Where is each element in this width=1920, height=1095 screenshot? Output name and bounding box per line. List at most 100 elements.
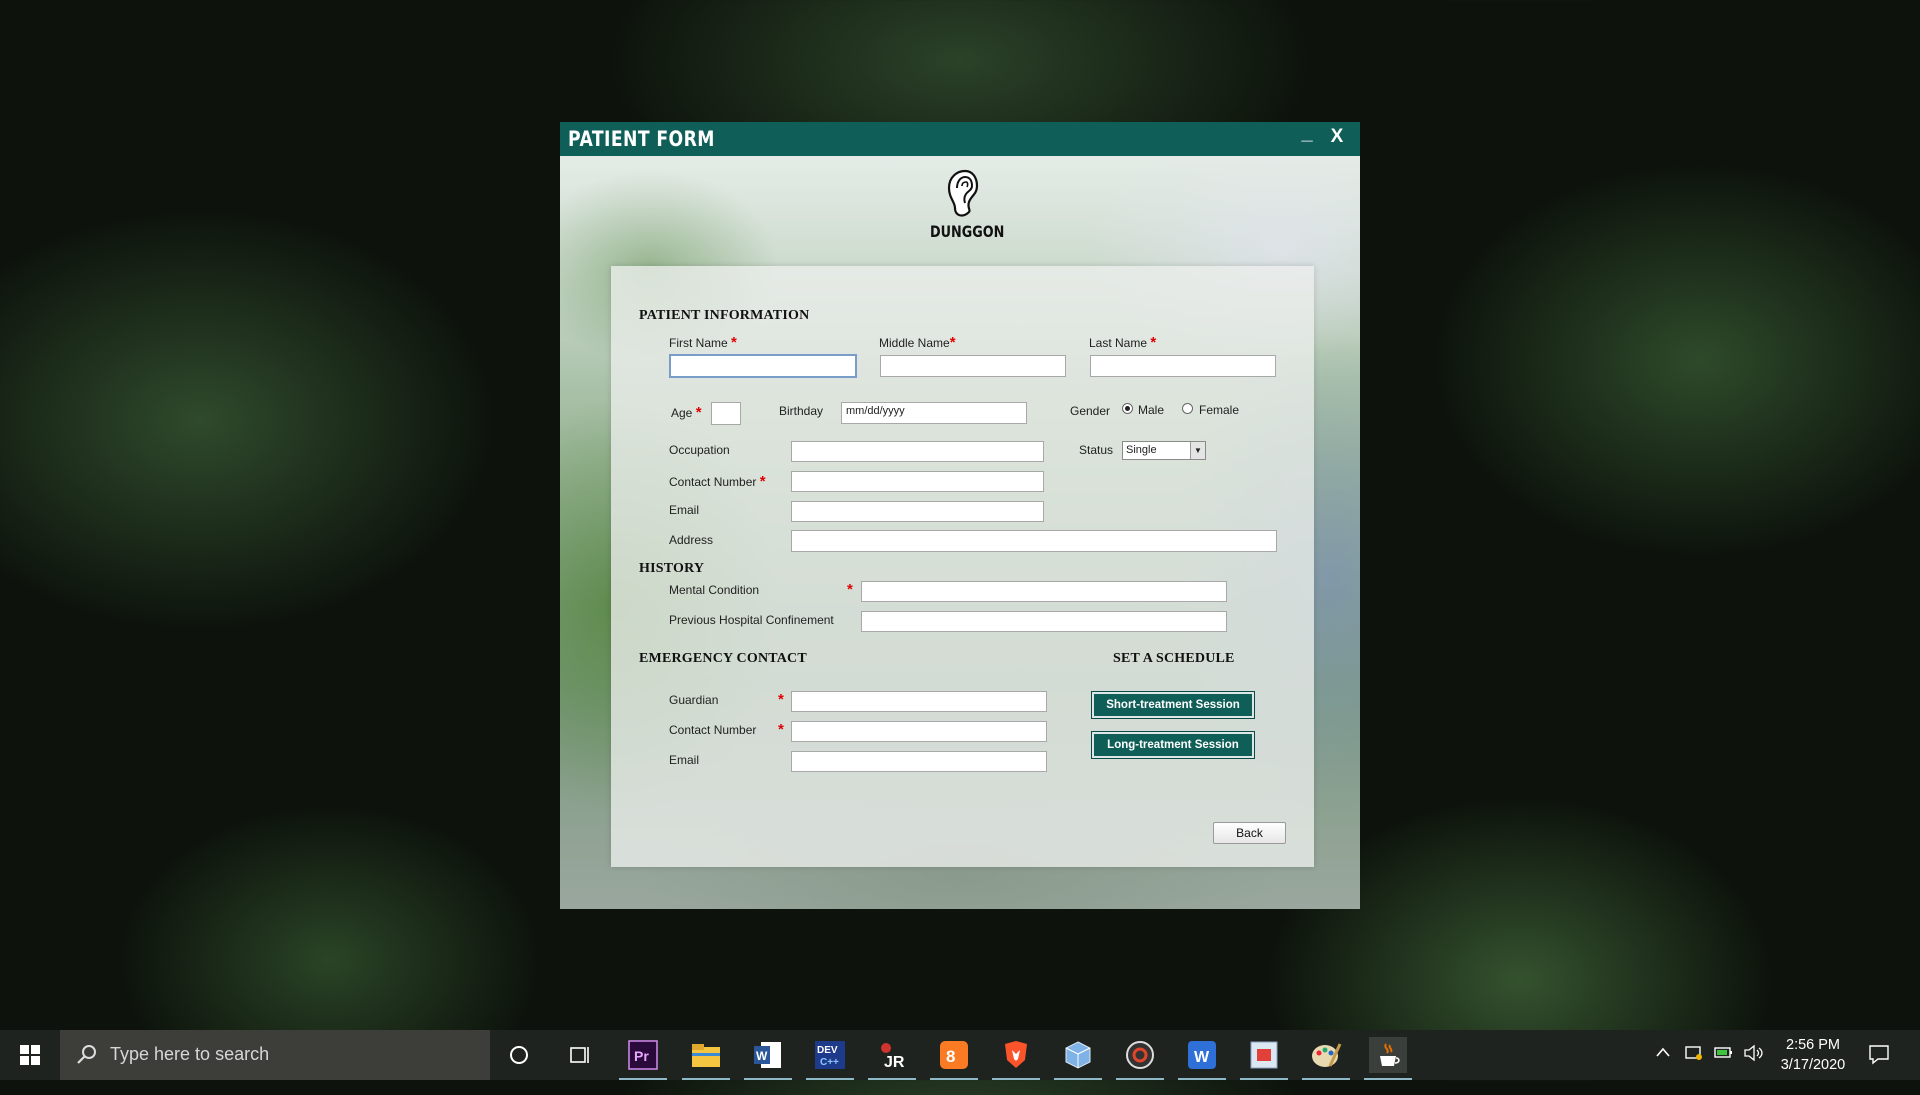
age-label-text: Age xyxy=(671,406,693,420)
show-hidden-icons[interactable] xyxy=(1655,1044,1671,1094)
dev-cpp-icon[interactable]: DEV C++ xyxy=(806,1037,854,1080)
emergency-contact-number-input[interactable] xyxy=(791,721,1047,742)
age-label: Age * xyxy=(671,404,702,421)
xampp-icon[interactable]: 8 xyxy=(930,1037,978,1080)
contact-number-label-text: Contact Number xyxy=(669,475,757,489)
age-input[interactable] xyxy=(711,402,741,425)
occupation-input[interactable] xyxy=(791,441,1044,462)
notifications-icon[interactable] xyxy=(1868,1043,1890,1093)
taskbar-search-box[interactable]: Type here to search xyxy=(60,1030,490,1080)
ear-icon xyxy=(947,169,979,217)
first-name-label: First Name * xyxy=(669,334,737,351)
first-name-label-text: First Name xyxy=(669,336,728,350)
taskbar-clock[interactable]: 2:56 PM 3/17/2020 xyxy=(1768,1035,1858,1075)
email-label: Email xyxy=(669,503,700,517)
previous-confinement-input[interactable] xyxy=(861,611,1227,632)
address-input[interactable] xyxy=(791,530,1277,552)
file-explorer-icon[interactable] xyxy=(682,1037,730,1080)
status-select-value: Single xyxy=(1126,444,1157,456)
window-content: DUNGGON PATIENT INFORMATION First Name *… xyxy=(560,156,1360,909)
status-label: Status xyxy=(1079,443,1114,457)
email-input[interactable] xyxy=(791,501,1044,522)
required-mark: * xyxy=(759,473,766,490)
form-panel: PATIENT INFORMATION First Name * Middle … xyxy=(611,266,1314,867)
brave-icon[interactable] xyxy=(992,1037,1040,1080)
svg-text:W: W xyxy=(756,1049,768,1063)
back-button[interactable]: Back xyxy=(1213,822,1286,844)
java-icon[interactable] xyxy=(1364,1037,1412,1080)
mental-condition-label: Mental Condition xyxy=(669,583,760,597)
occupation-label: Occupation xyxy=(669,443,730,457)
last-name-input[interactable] xyxy=(1090,355,1276,377)
window-title: PATIENT FORM xyxy=(568,127,715,151)
last-name-label-text: Last Name xyxy=(1089,336,1148,350)
svg-text:DEV: DEV xyxy=(817,1045,838,1056)
gender-female-label: Female xyxy=(1199,403,1240,417)
premiere-icon[interactable]: Pr xyxy=(619,1037,667,1080)
search-placeholder: Type here to search xyxy=(110,1044,270,1064)
short-treatment-button[interactable]: Short-treatment Session xyxy=(1091,691,1255,719)
previous-confinement-label: Previous Hospital Confinement xyxy=(669,613,834,627)
mental-condition-input[interactable] xyxy=(861,581,1227,602)
contact-number-label: Contact Number * xyxy=(669,473,766,490)
virtualbox-icon[interactable] xyxy=(1054,1037,1102,1080)
emergency-contact-heading: EMERGENCY CONTACT xyxy=(639,651,807,666)
required-mark: * xyxy=(847,581,853,598)
middle-name-label-text: Middle Name xyxy=(879,336,950,350)
chevron-down-icon[interactable]: ▼ xyxy=(1190,442,1205,459)
battery-icon[interactable] xyxy=(1714,1045,1734,1095)
minimize-button[interactable]: _ xyxy=(1296,122,1318,152)
svg-text:W: W xyxy=(1194,1049,1210,1066)
start-button[interactable] xyxy=(0,1030,60,1080)
gender-female-radio[interactable] xyxy=(1182,403,1193,414)
clock-date: 3/17/2020 xyxy=(1780,1057,1846,1073)
status-select[interactable]: Single ▼ xyxy=(1122,441,1206,460)
taskbar: Type here to search Pr W DEVC++ JR 8 W xyxy=(0,1030,1920,1080)
first-name-input[interactable] xyxy=(669,354,857,378)
notepad-icon[interactable] xyxy=(1240,1037,1288,1080)
media-player-icon[interactable] xyxy=(1116,1037,1164,1080)
middle-name-label: Middle Name* xyxy=(879,334,956,351)
last-name-label: Last Name * xyxy=(1089,334,1156,351)
paint-icon[interactable] xyxy=(1302,1037,1350,1080)
close-button[interactable]: X xyxy=(1326,126,1348,150)
chevron-up-icon xyxy=(1656,1047,1670,1057)
required-mark: * xyxy=(731,334,737,351)
gender-male-label: Male xyxy=(1138,403,1165,417)
volume-icon[interactable] xyxy=(1743,1044,1765,1094)
guardian-input[interactable] xyxy=(791,691,1047,712)
birthday-label: Birthday xyxy=(779,404,824,418)
title-bar[interactable]: PATIENT FORM _ X xyxy=(560,122,1360,156)
schedule-heading: SET A SCHEDULE xyxy=(1113,651,1235,666)
contact-number-input[interactable] xyxy=(791,471,1044,492)
guardian-label: Guardian xyxy=(669,693,719,707)
history-heading: HISTORY xyxy=(639,561,705,576)
wps-icon[interactable]: W xyxy=(1178,1037,1226,1080)
required-mark: * xyxy=(949,334,956,351)
emergency-email-input[interactable] xyxy=(791,751,1047,772)
svg-text:C++: C++ xyxy=(820,1057,839,1068)
gender-male-radio[interactable] xyxy=(1122,403,1133,414)
network-status-icon[interactable] xyxy=(1684,1044,1704,1094)
word-icon[interactable]: W xyxy=(744,1037,792,1080)
task-view-icon[interactable] xyxy=(561,1037,599,1073)
required-mark: * xyxy=(695,404,702,421)
required-mark: * xyxy=(778,721,784,738)
middle-name-input[interactable] xyxy=(880,355,1066,377)
emergency-email-label: Email xyxy=(669,753,700,767)
brand-name: DUNGGON xyxy=(930,222,1005,241)
svg-text:8: 8 xyxy=(946,1047,955,1066)
gender-label: Gender xyxy=(1070,404,1111,418)
address-label: Address xyxy=(669,533,714,547)
jr-icon[interactable]: JR xyxy=(868,1037,916,1080)
cortana-icon[interactable] xyxy=(500,1037,538,1073)
emergency-contact-number-label: Contact Number xyxy=(669,723,757,737)
long-treatment-button[interactable]: Long-treatment Session xyxy=(1091,731,1255,759)
brand-logo: DUNGGON xyxy=(922,168,1005,248)
required-mark: * xyxy=(778,691,784,708)
patient-info-heading: PATIENT INFORMATION xyxy=(639,308,810,323)
windows-icon xyxy=(20,1045,40,1065)
patient-form-window: PATIENT FORM _ X DUNGGON PATIENT INFORMA… xyxy=(560,122,1360,909)
svg-text:JR: JR xyxy=(884,1054,905,1070)
birthday-input[interactable]: mm/dd/yyyy xyxy=(841,402,1027,424)
